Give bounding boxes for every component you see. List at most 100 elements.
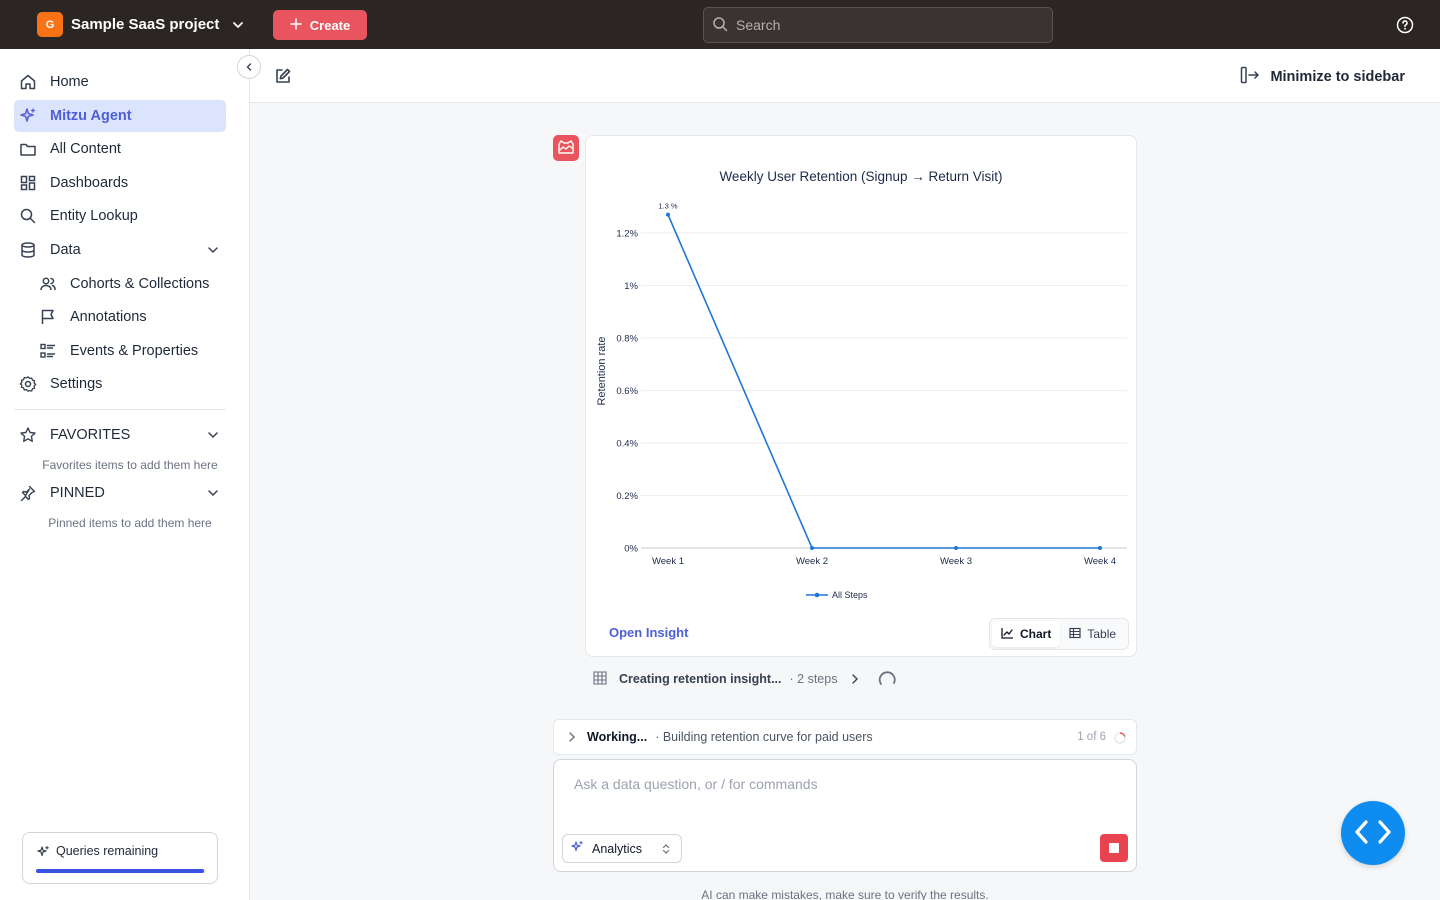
chart-gridlines bbox=[641, 232, 1127, 549]
favorites-hint: Favorites items to add them here bbox=[42, 458, 218, 472]
progress-title: Creating retention insight... bbox=[619, 672, 782, 686]
chart-y-ticks: 0% 0.2% 0.4% 0.6% 0.8% 1% 1.2% bbox=[616, 229, 638, 555]
chat-composer: Analytics bbox=[553, 759, 1137, 872]
insight-chart-card: Weekly User Retention (Signup → Return V… bbox=[585, 135, 1137, 657]
sparkle-icon bbox=[570, 840, 584, 857]
chart-data-point bbox=[1098, 546, 1102, 550]
chart-y-axis-label: Retention rate bbox=[596, 336, 608, 405]
search-icon bbox=[712, 16, 728, 35]
search-box[interactable] bbox=[703, 7, 1053, 43]
chart-x-tick-label: Week 3 bbox=[940, 556, 972, 567]
sidebar-item-home[interactable]: Home bbox=[14, 66, 226, 98]
chevron-left-icon bbox=[244, 59, 254, 75]
search-input[interactable] bbox=[736, 17, 1036, 33]
mode-label: Analytics bbox=[592, 841, 643, 856]
retention-line-chart: Weekly User Retention (Signup → Return V… bbox=[596, 169, 1127, 600]
sidebar-item-label: Home bbox=[50, 74, 89, 90]
code-brackets-icon bbox=[1353, 818, 1393, 849]
chevron-down-icon bbox=[231, 18, 245, 32]
agent-avatar bbox=[553, 135, 579, 161]
star-icon bbox=[18, 425, 38, 445]
chart-data-label: 1.3 % bbox=[658, 202, 678, 211]
chart-x-ticks: Week 1 Week 2 Week 3 Week 4 bbox=[652, 556, 1116, 567]
sidebar-item-entity-lookup[interactable]: Entity Lookup bbox=[14, 200, 226, 232]
project-logo: G bbox=[37, 12, 63, 37]
sidebar: Home Mitzu Agent All Content Dashboards … bbox=[0, 49, 250, 900]
working-status-bar[interactable]: Working... · Building retention curve fo… bbox=[553, 719, 1137, 755]
progress-meta: · 2 steps bbox=[789, 672, 838, 686]
chevron-right-icon[interactable] bbox=[849, 673, 861, 685]
chart-x-tick-label: Week 1 bbox=[652, 556, 684, 567]
sidebar-item-settings[interactable]: Settings bbox=[14, 368, 226, 400]
updown-chevron-icon bbox=[661, 843, 671, 855]
chart-title: Weekly User Retention (Signup → Return V… bbox=[719, 169, 1002, 184]
sidebar-item-label: Events & Properties bbox=[70, 343, 199, 359]
queries-remaining-card[interactable]: Queries remaining bbox=[22, 832, 218, 884]
sidebar-item-label: Settings bbox=[50, 376, 103, 392]
sidebar-item-data[interactable]: Data bbox=[14, 234, 226, 266]
chart-legend[interactable]: All Steps bbox=[806, 590, 868, 600]
chart-data-point bbox=[954, 546, 958, 550]
sidebar-item-label: Data bbox=[50, 242, 81, 258]
table-view-label: Table bbox=[1087, 627, 1117, 641]
sidebar-item-label: All Content bbox=[50, 141, 121, 157]
help-icon[interactable] bbox=[1396, 16, 1414, 34]
pin-icon bbox=[18, 483, 38, 503]
pinned-hint: Pinned items to add them here bbox=[48, 516, 212, 530]
minimize-to-sidebar-button[interactable]: Minimize to sidebar bbox=[1240, 66, 1405, 88]
chart-x-tick-label: Week 4 bbox=[1084, 556, 1116, 567]
chart-y-tick-label: 0% bbox=[624, 544, 638, 555]
chart-table-toggle: Chart Table bbox=[989, 618, 1129, 650]
stop-generation-button[interactable] bbox=[1100, 834, 1128, 862]
new-chat-edit-icon[interactable] bbox=[274, 67, 292, 85]
sidebar-item-dashboards[interactable]: Dashboards bbox=[14, 167, 226, 199]
chevron-right-icon[interactable] bbox=[566, 731, 578, 743]
loading-spinner-icon bbox=[877, 669, 897, 689]
sparkle-icon bbox=[36, 845, 50, 859]
chart-x-tick-label: Week 2 bbox=[796, 556, 828, 567]
project-name: Sample SaaS project bbox=[71, 16, 220, 33]
flag-icon bbox=[38, 307, 58, 327]
mode-select[interactable]: Analytics bbox=[562, 834, 682, 863]
sidebar-item-label: Mitzu Agent bbox=[50, 108, 132, 124]
chevron-down-icon bbox=[206, 243, 220, 257]
queries-progress-fill bbox=[36, 869, 205, 873]
working-description: · Building retention curve for paid user… bbox=[655, 730, 873, 744]
list-icon bbox=[38, 341, 58, 361]
sidebar-item-mitzu-agent[interactable]: Mitzu Agent bbox=[14, 100, 226, 132]
sidebar-item-label: Dashboards bbox=[50, 175, 129, 191]
sidebar-item-all-content[interactable]: All Content bbox=[14, 133, 226, 165]
agent-progress-row[interactable]: Creating retention insight... · 2 steps bbox=[593, 669, 897, 689]
chart-y-tick-label: 1% bbox=[624, 281, 638, 292]
code-widget-button[interactable] bbox=[1341, 801, 1405, 865]
sidebar-section-pinned[interactable]: PINNED bbox=[14, 477, 226, 509]
home-icon bbox=[18, 72, 38, 92]
sparkle-icon bbox=[18, 106, 38, 126]
gear-icon bbox=[18, 374, 38, 394]
sidebar-section-favorites[interactable]: FAVORITES bbox=[14, 419, 226, 451]
collapse-sidebar-button[interactable] bbox=[237, 55, 261, 79]
chart-y-tick-label: 0.2% bbox=[616, 491, 638, 502]
stop-icon bbox=[1109, 843, 1119, 853]
project-switcher[interactable]: G Sample SaaS project bbox=[37, 12, 245, 37]
queries-label: Queries remaining bbox=[56, 844, 159, 858]
create-button[interactable]: Create bbox=[273, 10, 367, 40]
chart-y-tick-label: 0.6% bbox=[616, 386, 638, 397]
users-icon bbox=[38, 274, 58, 294]
chart-y-tick-label: 0.4% bbox=[616, 439, 638, 450]
open-insight-link[interactable]: Open Insight bbox=[609, 625, 688, 640]
progress-ring-icon bbox=[1114, 732, 1126, 744]
chart-legend-label: All Steps bbox=[832, 590, 868, 600]
sidebar-item-cohorts[interactable]: Cohorts & Collections bbox=[14, 268, 226, 300]
table-view-button[interactable]: Table bbox=[1060, 621, 1125, 647]
queries-progress-bar bbox=[36, 869, 206, 873]
table-icon bbox=[1069, 627, 1081, 642]
sidebar-item-label: Annotations bbox=[70, 309, 147, 325]
chart-view-button[interactable]: Chart bbox=[992, 621, 1061, 647]
chart-y-tick-label: 0.8% bbox=[616, 334, 638, 345]
sidebar-item-events-properties[interactable]: Events & Properties bbox=[14, 335, 226, 367]
sidebar-item-label: Cohorts & Collections bbox=[70, 276, 210, 292]
chat-input[interactable] bbox=[574, 776, 1114, 816]
sidebar-item-annotations[interactable]: Annotations bbox=[14, 301, 226, 333]
search-icon bbox=[18, 206, 38, 226]
